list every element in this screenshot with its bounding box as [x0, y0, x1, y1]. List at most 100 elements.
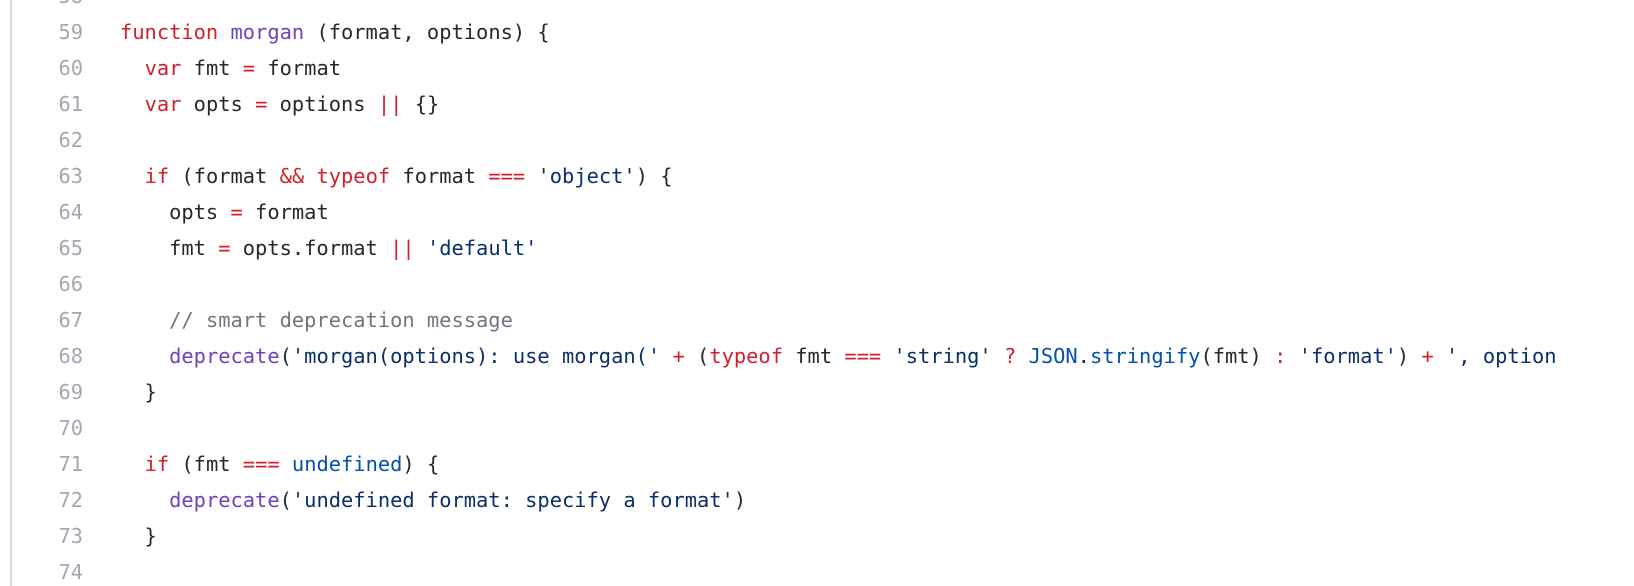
code-token: }	[120, 380, 157, 404]
code-line[interactable]: 71 if (fmt === undefined) {	[12, 446, 1634, 482]
code-token: format	[390, 164, 489, 188]
line-number[interactable]: 62	[12, 122, 83, 158]
line-content[interactable]: if (fmt === undefined) {	[120, 446, 440, 482]
code-token: deprecate	[169, 488, 280, 512]
line-content[interactable]: var fmt = format	[120, 50, 341, 86]
code-token: morgan	[230, 20, 305, 44]
line-number[interactable]: 61	[12, 86, 83, 122]
code-token: =	[255, 92, 268, 116]
code-token: var	[144, 92, 182, 116]
code-token: 'format'	[1298, 344, 1397, 368]
line-number[interactable]: 60	[12, 50, 83, 86]
code-token: fmt	[120, 236, 219, 260]
line-number[interactable]: 66	[12, 266, 83, 302]
code-token: )	[1396, 344, 1422, 368]
line-content[interactable]: deprecate('undefined format: specify a f…	[120, 482, 746, 518]
code-line[interactable]: 60 var fmt = format	[12, 50, 1634, 86]
code-token: ===	[844, 344, 882, 368]
line-content[interactable]: deprecate('morgan(options): use morgan('…	[120, 338, 1556, 374]
line-content[interactable]: }	[120, 374, 157, 410]
code-line[interactable]: 65 fmt = opts.format || 'default'	[12, 230, 1634, 266]
code-token: deprecate	[169, 344, 280, 368]
code-line[interactable]: 67 // smart deprecation message	[12, 302, 1634, 338]
code-token: )	[733, 488, 747, 512]
code-line[interactable]: 69 }	[12, 374, 1634, 410]
code-token: JSON	[1028, 344, 1078, 368]
code-token: +	[672, 344, 685, 368]
code-token: (	[684, 344, 710, 368]
code-line[interactable]: 62	[12, 122, 1634, 158]
code-token: typeof	[316, 164, 391, 188]
code-token: (fmt)	[1200, 344, 1275, 368]
line-content[interactable]: }	[120, 518, 157, 554]
line-content[interactable]: // smart deprecation message	[120, 302, 513, 338]
code-token: ) {	[402, 452, 440, 476]
code-token: options	[267, 92, 378, 116]
line-content[interactable]: if (format && typeof format === 'object'…	[120, 158, 673, 194]
line-number[interactable]: 59	[12, 14, 83, 50]
code-line[interactable]: 70	[12, 410, 1634, 446]
code-token: 'object'	[537, 164, 636, 188]
line-number[interactable]: 63	[12, 158, 83, 194]
code-token: typeof	[709, 344, 783, 368]
code-token: :	[1274, 344, 1287, 368]
line-content[interactable]: function morgan (format, options) {	[120, 14, 550, 50]
line-number[interactable]: 74	[12, 554, 83, 586]
code-token: opts.format	[230, 236, 391, 260]
code-line[interactable]: 73 }	[12, 518, 1634, 554]
code-line[interactable]: 72 deprecate('undefined format: specify …	[12, 482, 1634, 518]
code-token: undefined	[291, 452, 403, 476]
code-token: =	[242, 56, 256, 80]
code-token: (	[279, 344, 292, 368]
code-line[interactable]: 66	[12, 266, 1634, 302]
code-token: function	[120, 20, 219, 44]
code-token: format	[242, 200, 329, 224]
code-token: (fmt	[169, 452, 243, 476]
code-line[interactable]: 63 if (format && typeof format === 'obje…	[12, 158, 1634, 194]
code-token: }	[120, 524, 157, 548]
line-number[interactable]: 73	[12, 518, 83, 554]
code-token: {}	[402, 92, 440, 116]
code-line[interactable]: 74	[12, 554, 1634, 586]
line-number[interactable]: 69	[12, 374, 83, 410]
code-line[interactable]: 59 function morgan (format, options) {	[12, 14, 1634, 50]
line-content[interactable]: fmt = opts.format || 'default'	[120, 230, 537, 266]
code-token: 'morgan(options): use morgan('	[291, 344, 661, 368]
code-token: (format	[169, 164, 280, 188]
code-viewer: 5859function morgan (format, options) {6…	[0, 0, 1634, 586]
code-token: ) {	[635, 164, 673, 188]
line-number[interactable]: 58	[12, 0, 83, 14]
code-token: format	[255, 56, 342, 80]
code-line[interactable]: 58	[12, 0, 1634, 14]
line-number[interactable]: 65	[12, 230, 83, 266]
line-content[interactable]: var opts = options || {}	[120, 86, 440, 122]
line-content[interactable]: opts = format	[120, 194, 329, 230]
code-block[interactable]: 5859function morgan (format, options) {6…	[12, 0, 1634, 586]
line-number[interactable]: 72	[12, 482, 83, 518]
code-token: ||	[377, 92, 403, 116]
line-number[interactable]: 68	[12, 338, 83, 374]
code-line[interactable]: 64 opts = format	[12, 194, 1634, 230]
code-line[interactable]: 61 var opts = options || {}	[12, 86, 1634, 122]
code-token: opts	[120, 200, 231, 224]
code-line[interactable]: 68 deprecate('morgan(options): use morga…	[12, 338, 1634, 374]
line-number[interactable]: 64	[12, 194, 83, 230]
code-token: ?	[1004, 344, 1017, 368]
code-token: (	[279, 488, 292, 512]
line-number[interactable]: 71	[12, 446, 83, 482]
line-number[interactable]: 67	[12, 302, 83, 338]
code-token: +	[1421, 344, 1434, 368]
line-number[interactable]: 70	[12, 410, 83, 446]
